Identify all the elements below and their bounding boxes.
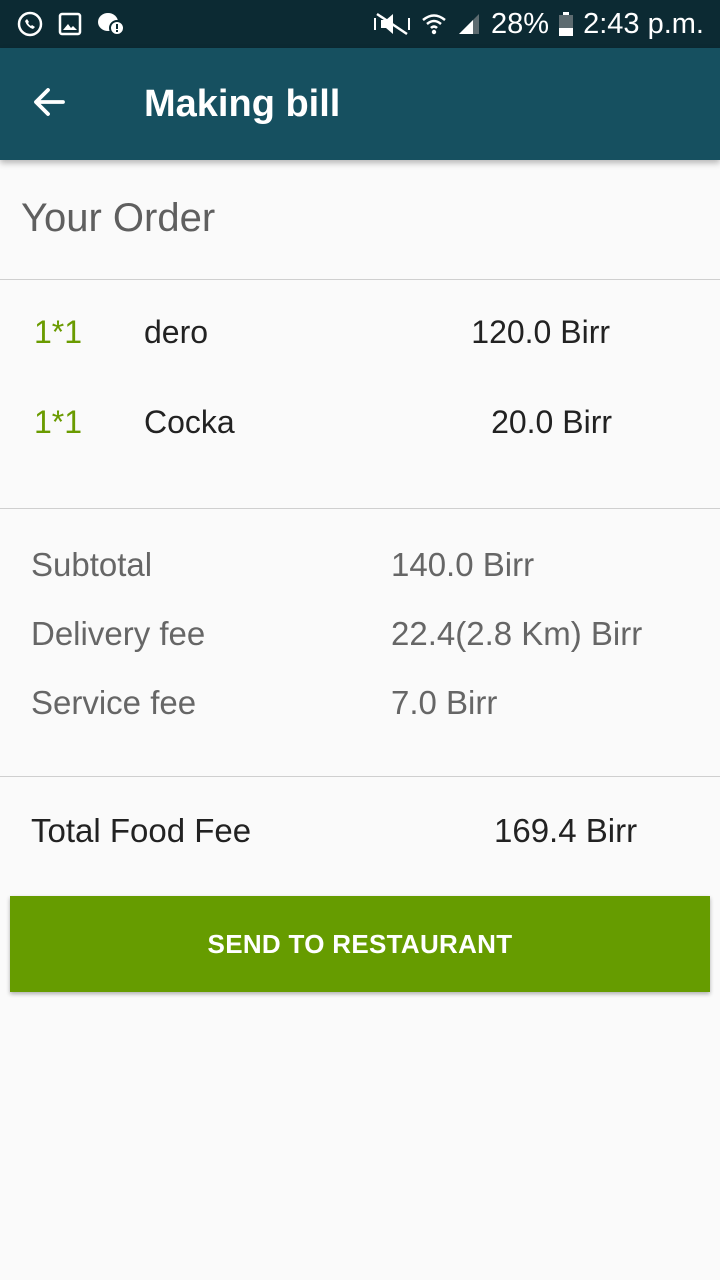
status-right: 28% 2:43 p.m. <box>373 8 704 41</box>
fee-value: 22.4(2.8 Km) Birr <box>391 615 643 652</box>
signal-icon <box>457 12 481 36</box>
clock: 2:43 p.m. <box>583 7 704 40</box>
fee-value: 7.0 Birr <box>391 684 498 721</box>
call-icon <box>16 10 44 38</box>
page-title: Making bill <box>144 82 341 125</box>
arrow-back-icon <box>31 85 65 124</box>
your-order-heading: Your Order <box>21 196 216 240</box>
order-item-qty: 1*1 <box>34 314 83 350</box>
order-item-qty: 1*1 <box>34 404 83 440</box>
fee-label: Delivery fee <box>31 615 206 652</box>
wifi-icon <box>421 11 447 37</box>
order-item-price: 120.0 Birr <box>471 314 610 350</box>
battery-icon <box>559 12 574 36</box>
total-value: 169.4 Birr <box>494 812 638 849</box>
status-left-icons <box>16 10 126 38</box>
fee-label: Subtotal <box>31 546 153 583</box>
image-icon <box>58 12 82 36</box>
app-bar: Making bill <box>0 48 720 160</box>
order-item-row: 1*1 dero 120.0 Birr <box>0 314 720 374</box>
mute-icon <box>373 10 411 38</box>
notification-icon <box>96 11 126 37</box>
total-label: Total Food Fee <box>31 812 252 849</box>
fee-value: 140.0 Birr <box>391 546 535 583</box>
order-item-price: 20.0 Birr <box>491 404 612 440</box>
send-to-restaurant-button[interactable]: SEND TO RESTAURANT <box>10 896 710 992</box>
divider <box>0 279 720 280</box>
status-bar: 28% 2:43 p.m. <box>0 0 720 48</box>
back-button[interactable] <box>0 48 96 160</box>
divider <box>0 776 720 777</box>
order-item-name: dero <box>144 314 209 350</box>
divider <box>0 508 720 509</box>
order-item-row: 1*1 Cocka 20.0 Birr <box>0 404 720 464</box>
battery-percent: 28% <box>491 7 550 40</box>
fee-label: Service fee <box>31 684 197 721</box>
order-item-name: Cocka <box>144 404 235 440</box>
